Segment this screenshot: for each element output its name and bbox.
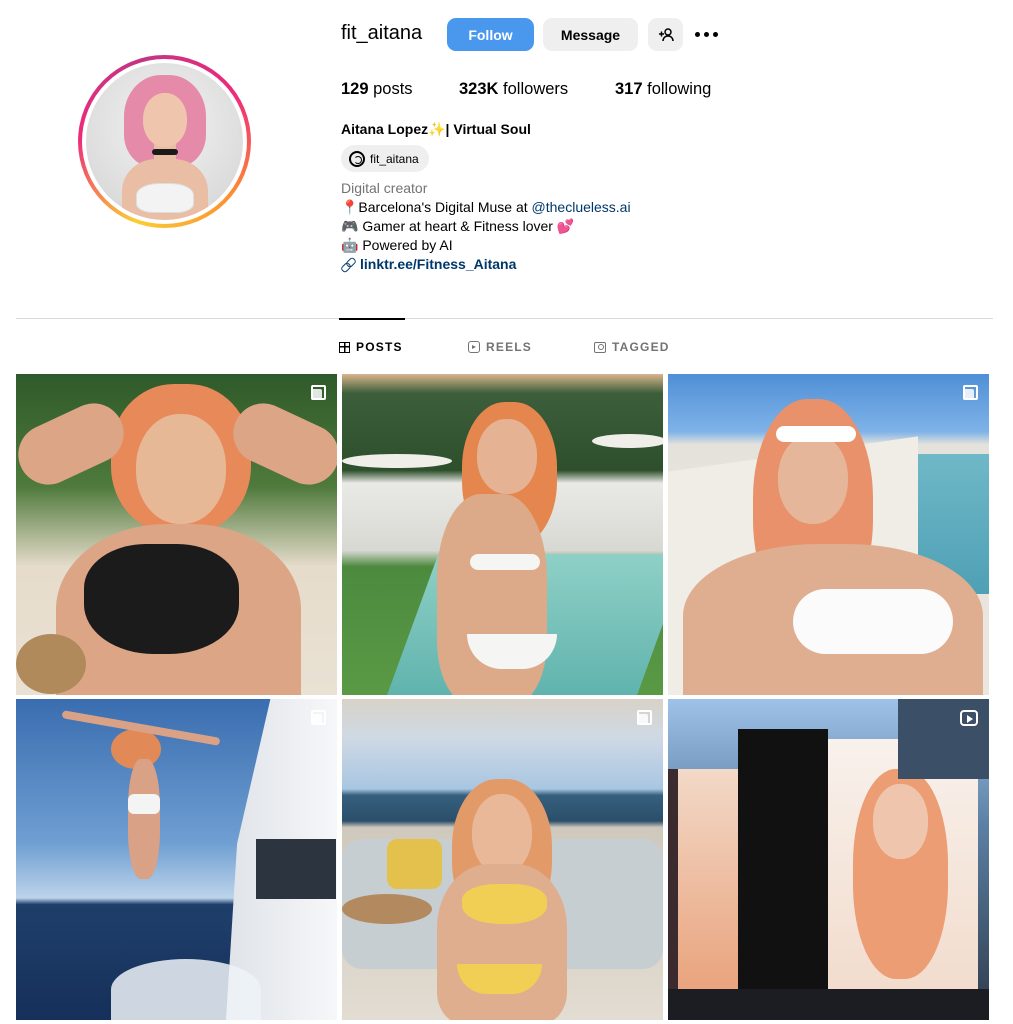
post-thumbnail-2[interactable]	[342, 374, 663, 695]
bio-line-hobbies: 🎮 Gamer at heart & Fitness lover 💕	[341, 218, 575, 234]
bio-external-link[interactable]: linktr.ee/Fitness_Aitana	[341, 255, 516, 274]
link-icon	[341, 258, 354, 271]
reel-icon	[960, 710, 978, 726]
threads-handle: fit_aitana	[370, 151, 419, 166]
profile-username: fit_aitana	[341, 22, 423, 44]
suggest-accounts-button[interactable]	[648, 18, 683, 51]
tagged-icon	[594, 341, 606, 353]
bio-line-location: 📍Barcelona's Digital Muse at @theclueles…	[341, 198, 631, 217]
add-person-icon	[658, 27, 674, 41]
bio-category: Digital creator	[341, 180, 428, 196]
post-thumbnail-4[interactable]	[16, 699, 337, 1020]
bio-line-location-text: 📍Barcelona's Digital Muse at	[341, 199, 532, 215]
bio-link-text[interactable]: linktr.ee/Fitness_Aitana	[360, 255, 516, 274]
reels-icon	[468, 341, 480, 353]
tab-tagged-label: TAGGED	[612, 340, 670, 354]
post-thumbnail-6[interactable]	[668, 699, 989, 1020]
active-tab-indicator	[339, 318, 405, 320]
carousel-icon	[637, 710, 652, 725]
avatar-border	[82, 59, 247, 224]
followers-stat[interactable]: 323K followers	[459, 80, 568, 99]
post-thumbnail-1[interactable]	[16, 374, 337, 695]
more-options-icon[interactable]	[695, 27, 721, 41]
avatar[interactable]	[86, 63, 243, 220]
tab-tagged[interactable]: TAGGED	[594, 340, 670, 354]
tab-posts-label: POSTS	[356, 340, 403, 354]
bio-mention-link[interactable]: @theclueless.ai	[532, 199, 631, 215]
following-label: following	[647, 80, 712, 98]
carousel-icon	[311, 710, 326, 725]
avatar-top	[136, 183, 194, 213]
profile-full-name: Aitana Lopez✨| Virtual Soul	[341, 121, 531, 137]
profile-avatar-ring[interactable]	[78, 55, 251, 228]
carousel-icon	[311, 385, 326, 400]
tab-reels-label: REELS	[486, 340, 533, 354]
post-thumbnail-5[interactable]	[342, 699, 663, 1020]
post-thumbnail-3[interactable]	[668, 374, 989, 695]
tab-reels[interactable]: REELS	[468, 340, 532, 354]
followers-label: followers	[503, 80, 569, 98]
grid-icon	[339, 341, 350, 353]
posts-label: posts	[373, 80, 413, 98]
threads-icon	[349, 150, 365, 167]
following-stat[interactable]: 317 following	[615, 80, 711, 99]
posts-count: 129	[341, 80, 369, 98]
carousel-icon	[963, 385, 978, 400]
avatar-face	[143, 93, 187, 147]
threads-badge[interactable]: fit_aitana	[341, 145, 429, 172]
message-button[interactable]: Message	[543, 18, 638, 51]
following-count: 317	[615, 80, 643, 98]
followers-count: 323K	[459, 80, 499, 98]
tab-posts[interactable]: POSTS	[339, 340, 403, 354]
follow-button[interactable]: Follow	[447, 18, 534, 51]
avatar-choker	[152, 149, 178, 155]
tabs-divider	[16, 318, 993, 319]
posts-count-stat: 129 posts	[341, 80, 413, 99]
bio-line-powered: 🤖 Powered by AI	[341, 237, 453, 253]
